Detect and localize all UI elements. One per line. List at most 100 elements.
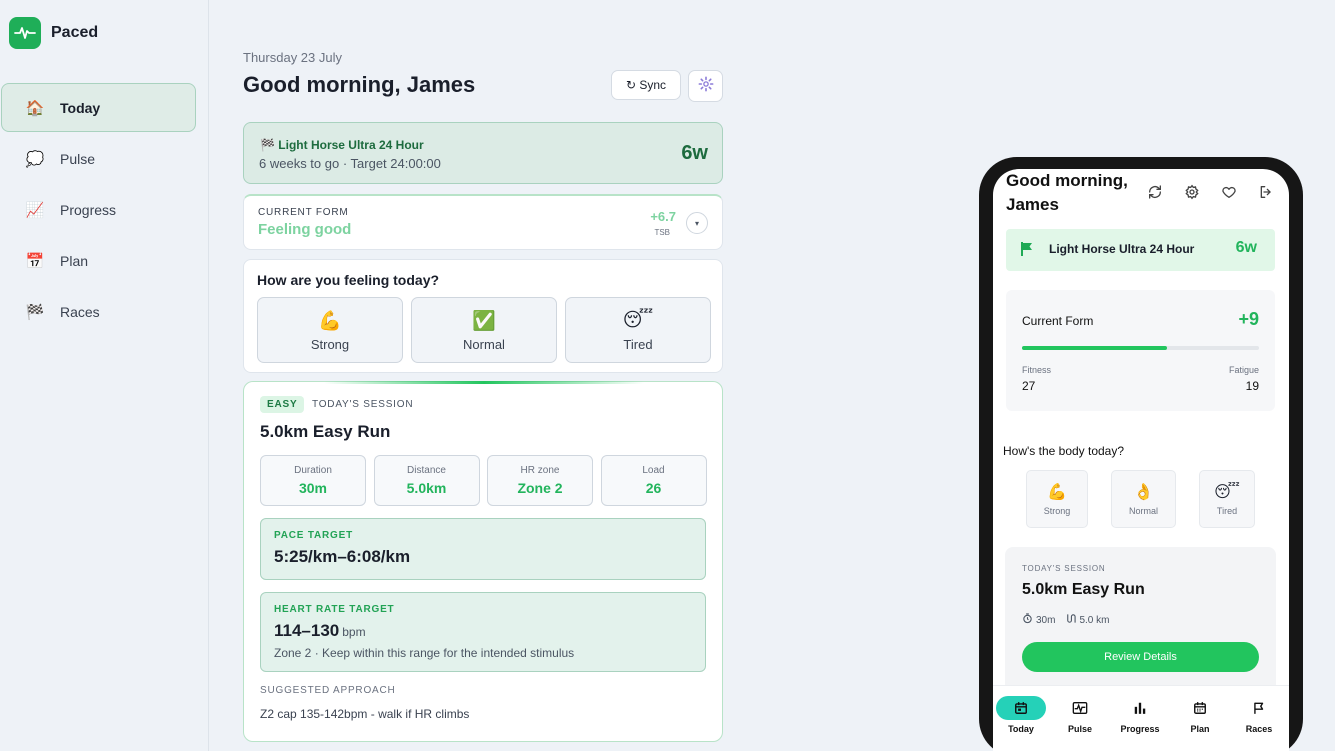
phone-option-label: Strong — [1043, 506, 1071, 516]
current-date: Thursday 23 July — [243, 50, 342, 65]
phone-option-tired[interactable]: 😴 Tired — [1199, 470, 1255, 528]
checkered-flag-icon: 🏁 — [260, 138, 275, 152]
phone-bottom-nav: Today Pulse Progress Plan Races — [993, 685, 1289, 751]
sidebar-item-today[interactable]: 🏠 Today — [1, 83, 196, 132]
feeling-card: How are you feeling today? 💪 Strong ✅ No… — [243, 259, 723, 373]
calendar-icon: 📅 — [25, 252, 45, 270]
calendar-today-icon — [996, 696, 1046, 720]
phone-option-strong[interactable]: 💪 Strong — [1026, 470, 1088, 528]
sidebar-nav: 🏠 Today 💭 Pulse 📈 Progress 📅 Plan 🏁 Race… — [1, 83, 196, 338]
phone-tab-today[interactable]: Today — [993, 696, 1049, 734]
bar-chart-icon — [1115, 696, 1165, 720]
stat-duration: Duration 30m — [260, 455, 366, 506]
pulse-monitor-icon — [1055, 696, 1105, 720]
fatigue-value: 19 — [1245, 379, 1259, 393]
phone-form-value: +9 — [1238, 309, 1259, 329]
phone-form-title: Current Form — [1022, 314, 1094, 328]
session-tag: TODAY'S SESSION — [312, 399, 414, 410]
phone-session-meta: 30m 5.0 km — [1022, 613, 1109, 627]
hr-target-label: HEART RATE TARGET — [274, 604, 395, 615]
phone-header-actions — [1129, 181, 1277, 203]
heart-icon[interactable] — [1218, 181, 1240, 203]
pace-target-label: PACE TARGET — [274, 530, 353, 541]
feeling-option-label: Strong — [310, 336, 350, 352]
check-mark-icon: ✅ — [472, 310, 496, 332]
stat-value: 5.0km — [406, 480, 447, 496]
sidebar-item-label: Plan — [60, 252, 89, 269]
calendar-icon — [1175, 696, 1225, 720]
flag-icon — [1020, 241, 1034, 262]
chart-up-icon: 📈 — [25, 201, 45, 219]
feeling-option-label: Tired — [623, 336, 653, 352]
logout-icon[interactable] — [1255, 181, 1277, 203]
race-name: 🏁 Light Horse Ultra 24 Hour — [260, 138, 424, 152]
phone-body-question: How's the body today? — [1003, 444, 1125, 458]
checkered-flag-icon: 🏁 — [25, 303, 45, 321]
flexed-bicep-icon: 💪 — [318, 310, 342, 332]
sidebar-item-races[interactable]: 🏁 Races — [1, 287, 196, 336]
sidebar-item-label: Progress — [60, 201, 117, 218]
intensity-badge: EASY — [260, 396, 305, 413]
phone-session-duration: 30m — [1036, 614, 1056, 626]
stat-label: HR zone — [520, 465, 560, 476]
race-weeks-badge: 6w — [681, 142, 708, 164]
hr-target-value: 114–130 bpm — [274, 621, 366, 641]
feeling-option-strong[interactable]: 💪 Strong — [257, 297, 403, 363]
stat-load: Load 26 — [600, 455, 707, 506]
phone-tab-plan[interactable]: Plan — [1172, 696, 1228, 734]
fatigue-label: Fatigue — [1228, 365, 1259, 375]
phone-tab-label: Plan — [1190, 724, 1210, 734]
approach-text: Z2 cap 135-142bpm - walk if HR climbs — [260, 707, 470, 721]
flag-icon — [1234, 696, 1284, 720]
fitness-label: Fitness — [1022, 365, 1052, 375]
phone-greeting: Good morning, James — [1006, 169, 1146, 217]
app-name: Paced — [51, 24, 99, 41]
page-title: Good morning, James — [243, 72, 476, 97]
hr-target-unit: bpm — [342, 625, 366, 639]
phone-tab-label: Today — [1008, 724, 1034, 734]
sidebar-item-label: Races — [60, 303, 100, 320]
feeling-option-tired[interactable]: 😴 Tired — [565, 297, 711, 363]
stat-value: Zone 2 — [517, 480, 563, 496]
form-label: CURRENT FORM — [258, 207, 349, 218]
sidebar-item-pulse[interactable]: 💭 Pulse — [1, 134, 196, 183]
pace-target-box: PACE TARGET 5:25/km–6:08/km — [260, 518, 706, 580]
sidebar-item-label: Today — [60, 99, 101, 116]
gear-icon[interactable] — [1181, 181, 1203, 203]
race-banner[interactable]: 🏁 Light Horse Ultra 24 Hour 6 weeks to g… — [243, 122, 723, 184]
phone-session-tag: TODAY'S SESSION — [1022, 564, 1106, 573]
phone-preview: Good morning, James Light Horse Ultra 24… — [979, 157, 1303, 751]
phone-greeting-name: James — [1006, 195, 1059, 214]
phone-option-normal[interactable]: 👌 Normal — [1111, 470, 1176, 528]
sync-icon[interactable] — [1144, 181, 1166, 203]
review-details-button[interactable]: Review Details — [1022, 642, 1259, 672]
sleeping-face-icon: 😴 — [622, 310, 654, 331]
form-progress-bar — [1022, 346, 1259, 350]
phone-race-banner[interactable]: Light Horse Ultra 24 Hour 6w — [1006, 229, 1275, 271]
sidebar: Paced 🏠 Today 💭 Pulse 📈 Progress 📅 Plan … — [0, 0, 209, 751]
chevron-down-icon[interactable]: ▾ — [686, 212, 708, 234]
stat-label: Duration — [294, 465, 332, 476]
stat-distance: Distance 5.0km — [373, 455, 480, 506]
feeling-question: How are you feeling today? — [257, 272, 440, 288]
session-stats: Duration 30m Distance 5.0km HR zone Zone… — [260, 455, 714, 506]
sync-button[interactable]: ↻ Sync — [611, 70, 681, 100]
timer-icon — [1022, 613, 1033, 627]
sidebar-item-progress[interactable]: 📈 Progress — [1, 185, 196, 234]
phone-tab-label: Races — [1245, 724, 1273, 734]
sidebar-item-plan[interactable]: 📅 Plan — [1, 236, 196, 285]
session-title: 5.0km Easy Run — [260, 422, 391, 441]
phone-tab-progress[interactable]: Progress — [1112, 696, 1168, 734]
race-name-text: Light Horse Ultra 24 Hour — [278, 138, 424, 152]
stat-value: 30m — [298, 480, 328, 496]
phone-session-title: 5.0km Easy Run — [1022, 581, 1145, 598]
phone-tab-races[interactable]: Races — [1231, 696, 1287, 734]
approach-label: SUGGESTED APPROACH — [260, 685, 396, 696]
phone-option-label: Normal — [1128, 506, 1158, 516]
hr-target-note: Zone 2 · Keep within this range for the … — [274, 646, 575, 660]
settings-button[interactable] — [688, 70, 723, 102]
feeling-option-normal[interactable]: ✅ Normal — [411, 297, 557, 363]
phone-current-form: Current Form +9 Fitness 27 Fatigue 19 — [1006, 290, 1275, 411]
phone-tab-pulse[interactable]: Pulse — [1052, 696, 1108, 734]
brand[interactable]: Paced — [9, 17, 98, 49]
